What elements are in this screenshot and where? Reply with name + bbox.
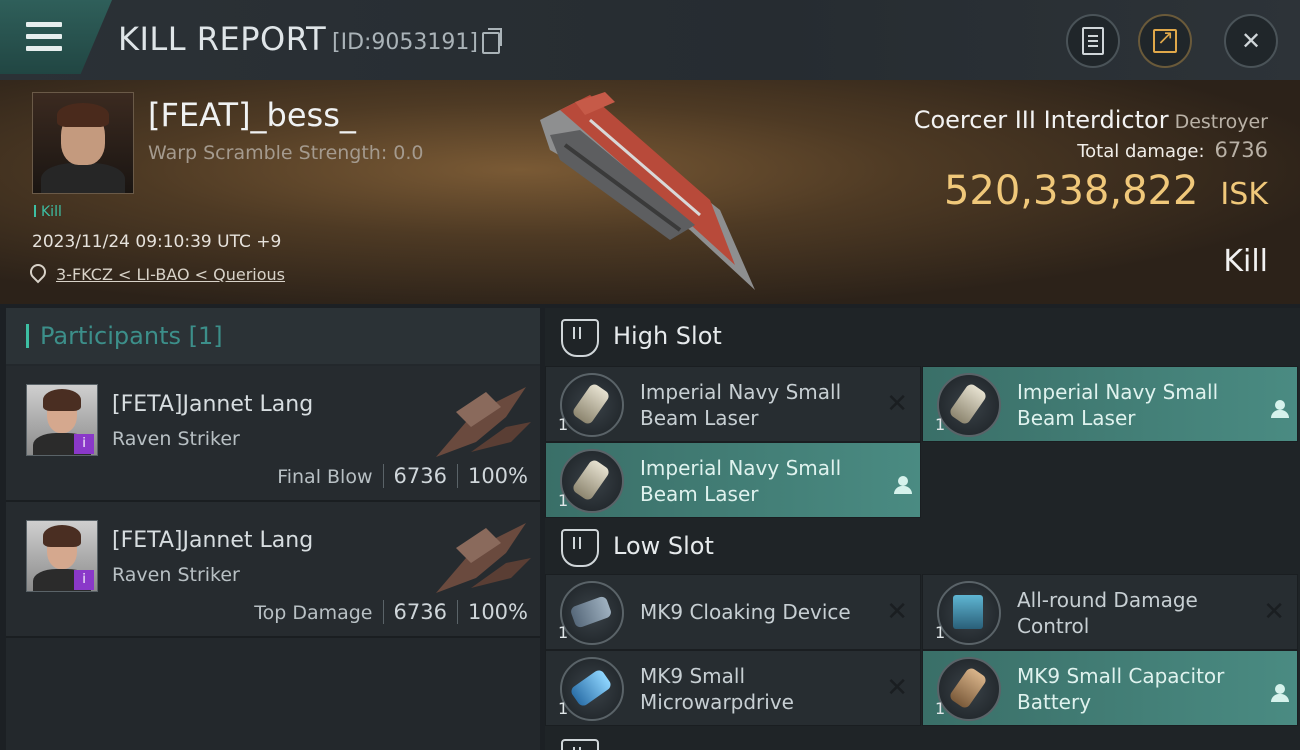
participants-title: Participants [1] [40,322,223,350]
module-qty: 1 [935,699,946,718]
hamburger-icon [26,22,62,58]
warp-scramble-strength: Warp Scramble Strength: 0.0 [148,142,424,164]
victim-avatar[interactable] [32,92,134,194]
fittings-panel: High Slot 1 Imperial Navy Small Beam Las… [545,308,1300,750]
person-icon [1271,675,1289,702]
total-damage-value: 6736 [1214,138,1268,162]
person-icon [894,467,912,494]
x-icon: ✕ [886,673,908,703]
victim-summary: [FEAT]_bess_ Warp Scramble Strength: 0.0… [0,80,1300,304]
module-name: MK9 Cloaking Device [640,600,851,624]
participant-role: Final Blow [277,466,373,488]
shield-icon [561,319,599,357]
laser-icon [560,373,624,437]
module-item[interactable]: 1 Imperial Navy Small Beam Laser [545,442,921,518]
kill-tag: Kill [34,204,62,220]
participant-name[interactable]: [FETA]Jannet Lang [112,528,313,553]
low-slot-header: Low Slot [545,518,1300,574]
module-qty: 1 [935,415,946,434]
participant-row[interactable]: i [FETA]Jannet Lang Raven Striker Top Da… [6,502,540,638]
copy-icon[interactable] [482,28,502,54]
module-name: All-round Damage Control [1017,588,1198,638]
total-damage: Total damage: 6736 [1077,138,1268,162]
ship-type: Coercer III Interdictor [913,106,1169,134]
next-slot-header [545,728,1300,750]
module-name: Imperial Navy Small Beam Laser [640,380,842,430]
shield-icon [561,739,599,750]
low-slot-title: Low Slot [613,532,714,560]
laser-icon [937,373,1001,437]
participant-ship: Raven Striker [112,564,240,586]
kill-location[interactable]: 3-FKCZ < LI-BAO < Querious [26,260,285,284]
participant-stats: Top Damage 6736 100% [254,600,528,624]
participant-ship: Raven Striker [112,428,240,450]
location-link[interactable]: 3-FKCZ < LI-BAO < Querious [56,265,285,284]
module-qty: 1 [935,623,946,642]
high-slot-title: High Slot [613,322,722,350]
module-item[interactable]: 1 Imperial Navy Small Beam Laser [922,366,1298,442]
page-title: KILL REPORT [118,20,327,58]
module-qty: 1 [558,623,569,642]
participant-damage: 6736 [393,464,447,488]
module-item[interactable]: 1 MK9 Cloaking Device ✕ [545,574,921,650]
share-icon [1153,25,1177,53]
participant-name[interactable]: [FETA]Jannet Lang [112,392,313,417]
laser-icon [560,449,624,513]
kill-datetime: 2023/11/24 09:10:39 UTC +9 [32,232,282,252]
module-item[interactable]: 1 MK9 Small Microwarpdrive ✕ [545,650,921,726]
close-button[interactable]: ✕ [1224,14,1278,68]
info-badge-icon: i [74,570,94,590]
module-item[interactable]: 1 All-round Damage Control ✕ [922,574,1298,650]
location-pin-icon [26,260,50,284]
capacitor-battery-icon [937,657,1001,721]
victim-ship-image [540,92,755,290]
module-name: MK9 Small Capacitor Battery [1017,664,1225,714]
clipboard-icon [1082,27,1104,55]
participant-damage: 6736 [393,600,447,624]
isk-amount: 520,338,822 [943,168,1199,214]
participant-ship-image [436,387,531,457]
x-icon: ✕ [886,597,908,627]
module-name: MK9 Small Microwarpdrive [640,664,794,714]
module-qty: 1 [558,491,569,510]
damage-control-icon [937,581,1001,645]
module-item[interactable]: 1 Imperial Navy Small Beam Laser ✕ [545,366,921,442]
isk-value: 520,338,822 ISK [944,168,1268,214]
ship-class: Destroyer [1174,111,1268,133]
participant-ship-image [436,523,531,593]
info-badge-icon: i [74,434,94,454]
high-slot-header: High Slot [545,308,1300,364]
module-qty: 1 [558,415,569,434]
participant-percent: 100% [467,464,528,488]
shield-icon [561,529,599,567]
x-icon: ✕ [1263,597,1285,627]
header-bar: KILL REPORT [ID:9053191] ✕ [0,0,1300,81]
module-item[interactable]: 1 MK9 Small Capacitor Battery [922,650,1298,726]
share-button[interactable] [1138,14,1192,68]
isk-unit: ISK [1220,177,1268,212]
participant-percent: 100% [467,600,528,624]
module-name: Imperial Navy Small Beam Laser [1017,380,1219,430]
x-icon: ✕ [886,389,908,419]
menu-button[interactable] [0,0,112,74]
participants-panel: Participants [1] i [FETA]Jannet Lang Rav… [6,308,540,750]
microwarpdrive-icon [560,657,624,721]
cloak-icon [560,581,624,645]
victim-name[interactable]: [FEAT]_bess_ [148,96,356,134]
participants-header: Participants [1] [6,308,540,364]
participant-row[interactable]: i [FETA]Jannet Lang Raven Striker Final … [6,366,540,502]
clipboard-button[interactable] [1066,14,1120,68]
ship-name: Coercer III Interdictor Destroyer [914,106,1268,134]
result-label: Kill [1223,244,1268,279]
total-damage-label: Total damage: [1077,141,1205,162]
module-name: Imperial Navy Small Beam Laser [640,456,842,506]
participant-stats: Final Blow 6736 100% [277,464,528,488]
participant-role: Top Damage [254,602,373,624]
module-qty: 1 [558,699,569,718]
kill-id: [ID:9053191] [332,30,478,55]
close-icon: ✕ [1240,27,1262,55]
person-icon [1271,391,1289,418]
